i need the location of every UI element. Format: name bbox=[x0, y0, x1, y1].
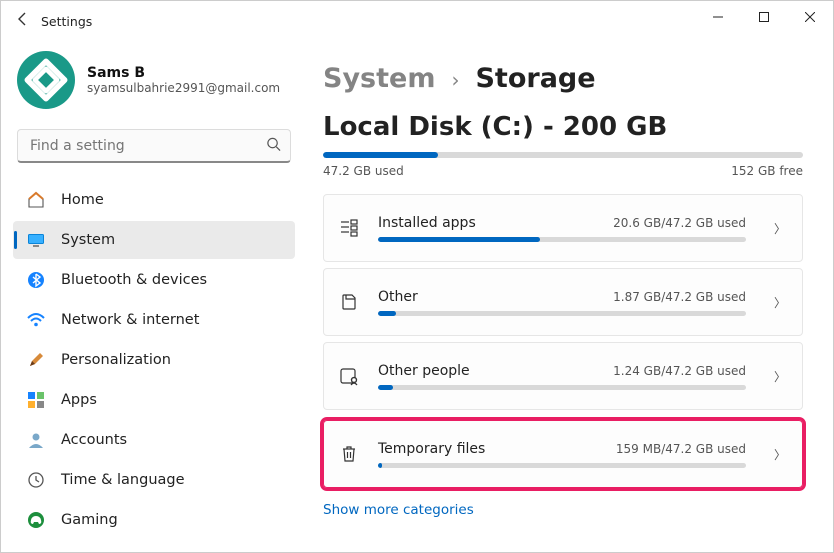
clock-icon bbox=[27, 471, 45, 489]
user-profile[interactable]: Sams B syamsulbahrie2991@gmail.com bbox=[13, 51, 295, 125]
search-box[interactable] bbox=[17, 129, 291, 163]
nav-label: Network & internet bbox=[61, 312, 199, 328]
nav-network[interactable]: Network & internet bbox=[13, 301, 295, 339]
chevron-right-icon: 〉 bbox=[764, 294, 786, 311]
nav-label: Apps bbox=[61, 392, 97, 408]
disk-usage-info: 47.2 GB used 152 GB free bbox=[323, 164, 803, 178]
show-more-link[interactable]: Show more categories bbox=[323, 502, 474, 518]
nav-accounts[interactable]: Accounts bbox=[13, 421, 295, 459]
card-installed-apps[interactable]: Installed apps 20.6 GB/47.2 GB used 〉 bbox=[323, 194, 803, 262]
nav-system[interactable]: System bbox=[13, 221, 295, 259]
disk-usage-fill bbox=[323, 152, 438, 158]
storage-category-list: Installed apps 20.6 GB/47.2 GB used 〉 Ot… bbox=[323, 194, 803, 488]
window-controls bbox=[695, 1, 833, 33]
nav-home[interactable]: Home bbox=[13, 181, 295, 219]
maximize-button[interactable] bbox=[741, 1, 787, 33]
disk-used: 47.2 GB used bbox=[323, 164, 404, 178]
disk-title: Local Disk (C:) - 200 GB bbox=[323, 112, 803, 142]
sidebar: Sams B syamsulbahrie2991@gmail.com Home … bbox=[1, 41, 301, 552]
window-title: Settings bbox=[41, 14, 92, 29]
chevron-right-icon: 〉 bbox=[764, 368, 786, 385]
nav-label: Personalization bbox=[61, 352, 171, 368]
back-button[interactable] bbox=[5, 11, 41, 31]
breadcrumb-current: Storage bbox=[475, 63, 595, 94]
minimize-button[interactable] bbox=[695, 1, 741, 33]
card-title: Temporary files bbox=[378, 441, 485, 457]
card-meta: 20.6 GB/47.2 GB used bbox=[613, 216, 746, 230]
card-title: Installed apps bbox=[378, 215, 476, 231]
gaming-icon bbox=[27, 511, 45, 529]
card-meta: 159 MB/47.2 GB used bbox=[616, 442, 746, 456]
disk-free: 152 GB free bbox=[731, 164, 803, 178]
nav-personalization[interactable]: Personalization bbox=[13, 341, 295, 379]
card-bar bbox=[378, 463, 746, 468]
bluetooth-icon bbox=[27, 271, 45, 289]
nav-gaming[interactable]: Gaming bbox=[13, 501, 295, 539]
nav-label: Bluetooth & devices bbox=[61, 272, 207, 288]
chevron-right-icon: › bbox=[451, 68, 459, 92]
close-button[interactable] bbox=[787, 1, 833, 33]
nav-label: Accounts bbox=[61, 432, 127, 448]
search-icon bbox=[266, 137, 281, 156]
card-other[interactable]: Other 1.87 GB/47.2 GB used 〉 bbox=[323, 268, 803, 336]
chevron-right-icon: 〉 bbox=[764, 446, 786, 463]
trash-icon bbox=[338, 444, 360, 464]
breadcrumb-root[interactable]: System bbox=[323, 63, 435, 94]
user-email: syamsulbahrie2991@gmail.com bbox=[87, 81, 280, 95]
avatar bbox=[17, 51, 75, 109]
other-icon bbox=[338, 292, 360, 312]
card-temporary-files[interactable]: Temporary files 159 MB/47.2 GB used 〉 bbox=[323, 420, 803, 488]
nav-label: Time & language bbox=[61, 472, 185, 488]
card-title: Other people bbox=[378, 363, 470, 379]
card-meta: 1.87 GB/47.2 GB used bbox=[613, 290, 746, 304]
nav-list: Home System Bluetooth & devices Network … bbox=[13, 181, 295, 539]
chevron-right-icon: 〉 bbox=[764, 220, 786, 237]
card-bar bbox=[378, 311, 746, 316]
main-content: System › Storage Local Disk (C:) - 200 G… bbox=[301, 41, 833, 552]
system-icon bbox=[27, 231, 45, 249]
installed-apps-icon bbox=[338, 218, 360, 238]
search-input[interactable] bbox=[17, 129, 291, 163]
brush-icon bbox=[27, 351, 45, 369]
people-icon bbox=[338, 366, 360, 386]
home-icon bbox=[27, 191, 45, 209]
nav-label: Gaming bbox=[61, 512, 118, 528]
wifi-icon bbox=[27, 311, 45, 329]
user-name: Sams B bbox=[87, 65, 280, 81]
nav-bluetooth[interactable]: Bluetooth & devices bbox=[13, 261, 295, 299]
disk-usage-bar bbox=[323, 152, 803, 158]
card-bar bbox=[378, 385, 746, 390]
breadcrumb: System › Storage bbox=[323, 63, 803, 94]
card-title: Other bbox=[378, 289, 418, 305]
card-meta: 1.24 GB/47.2 GB used bbox=[613, 364, 746, 378]
accounts-icon bbox=[27, 431, 45, 449]
nav-label: System bbox=[61, 232, 115, 248]
apps-icon bbox=[27, 391, 45, 409]
card-other-people[interactable]: Other people 1.24 GB/47.2 GB used 〉 bbox=[323, 342, 803, 410]
card-bar bbox=[378, 237, 746, 242]
nav-time[interactable]: Time & language bbox=[13, 461, 295, 499]
nav-apps[interactable]: Apps bbox=[13, 381, 295, 419]
nav-label: Home bbox=[61, 192, 104, 208]
